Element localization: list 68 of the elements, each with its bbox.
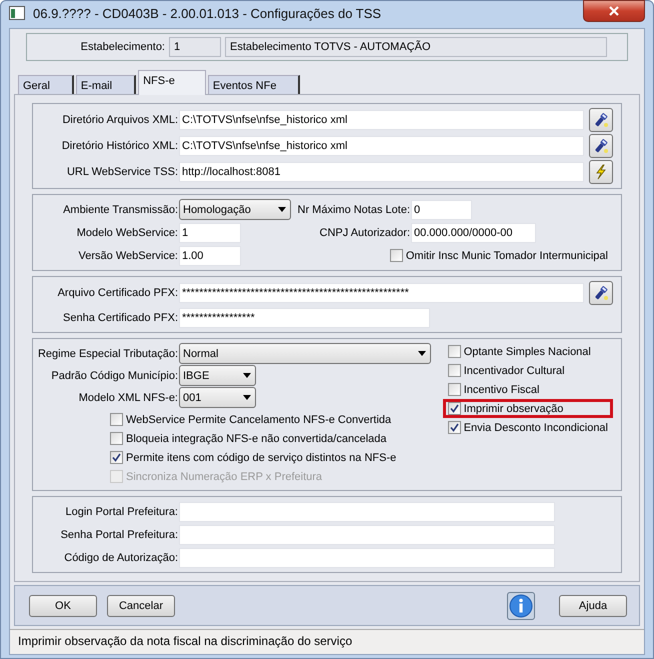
checkbox-row[interactable]: Incentivo Fiscal xyxy=(442,380,613,399)
tab[interactable]: Eventos NFe xyxy=(208,75,300,94)
tab[interactable]: Geral xyxy=(18,75,74,94)
text-field[interactable]: 0 xyxy=(411,200,472,220)
flashlight-icon xyxy=(593,285,609,301)
field-label: Padrão Código Município: xyxy=(50,370,178,382)
check-icon xyxy=(450,423,459,432)
close-icon xyxy=(608,6,620,16)
info-button[interactable] xyxy=(507,592,535,620)
text-field[interactable]: C:\TOTVS\nfse\nfse_historico xml xyxy=(179,136,584,156)
tab[interactable]: NFS-e xyxy=(138,70,206,95)
browse-button[interactable] xyxy=(589,108,613,132)
field-label: Diretório Arquivos XML: xyxy=(61,114,178,126)
test-button[interactable] xyxy=(589,160,613,184)
field-label: URL WebService TSS: xyxy=(66,166,178,178)
dialog-button[interactable]: Cancelar xyxy=(107,595,175,617)
text-field[interactable] xyxy=(179,502,555,522)
checkbox-row[interactable]: WebService Permite Cancelamento NFS-e Convertida xyxy=(105,410,441,429)
field-label: Modelo XML NFS-e: xyxy=(78,392,178,404)
flashlight-icon xyxy=(593,112,609,128)
checkbox-row[interactable]: Omitir Insc Munic Tomador Intermunicipal xyxy=(384,246,613,265)
text-field[interactable]: 00.000.000/0000-00 xyxy=(411,222,536,242)
tab[interactable]: E-mail xyxy=(76,75,136,94)
dropdown[interactable]: Normal xyxy=(179,343,431,364)
status-bar: Imprimir observação da nota fiscal na discriminação do serviço xyxy=(10,629,644,654)
info-icon xyxy=(509,594,533,618)
checkbox-row[interactable]: Envia Desconto Incondicional xyxy=(442,418,613,437)
text-field[interactable]: ***************************************************** xyxy=(179,283,584,303)
field-label: CNPJ Autorizador: xyxy=(318,226,410,238)
checkbox-row[interactable]: Optante Simples Nacional xyxy=(442,342,613,361)
check-icon xyxy=(112,453,121,462)
flashlight-icon xyxy=(593,138,609,154)
checkbox-row[interactable]: Incentivador Cultural xyxy=(442,361,613,380)
field-label: Login Portal Prefeitura: xyxy=(64,506,178,518)
field-label: Ambiente Transmissão: xyxy=(62,204,178,216)
text-field[interactable]: ***************** xyxy=(179,308,430,328)
browse-button[interactable] xyxy=(589,281,613,305)
dialog-button[interactable]: OK xyxy=(29,595,97,617)
window-title: 06.9.???? - CD0403B - 2.00.01.013 - Configurações do TSS xyxy=(33,6,382,20)
text-field[interactable]: C:\TOTVS\nfse\nfse_historico xml xyxy=(179,110,584,130)
app-icon xyxy=(9,6,25,20)
field-label: Regime Especial Tributação: xyxy=(36,348,178,360)
code-field[interactable]: 1 xyxy=(169,37,221,57)
dropdown[interactable]: Homologação xyxy=(179,199,291,220)
text-field[interactable]: http://localhost:8081 xyxy=(179,162,584,182)
checkbox-row[interactable]: Permite itens com código de serviço distintos na NFS-e xyxy=(105,448,441,467)
name-field[interactable]: Estabelecimento TOTVS - AUTOMAÇÃO xyxy=(225,37,607,57)
text-field[interactable]: 1 xyxy=(179,222,241,242)
field-label: Modelo WebService: xyxy=(76,226,178,238)
browse-button[interactable] xyxy=(589,134,613,158)
check-icon xyxy=(450,404,459,413)
field-label: Diretório Histórico XML: xyxy=(60,140,178,152)
dropdown[interactable]: 001 xyxy=(179,387,256,408)
field-label: Senha Certificado PFX: xyxy=(62,312,178,324)
field-label: Arquivo Certificado PFX: xyxy=(56,287,178,299)
text-field[interactable] xyxy=(179,548,555,568)
field-label: Código de Autorização: xyxy=(63,552,178,564)
dialog-button[interactable]: Ajuda xyxy=(559,595,627,617)
field-label: Nr Máximo Notas Lote: xyxy=(296,204,410,216)
field-label: Versão WebService: xyxy=(78,250,178,262)
text-field[interactable]: 1.00 xyxy=(179,246,241,266)
text-field[interactable] xyxy=(179,524,555,544)
field-label: Estabelecimento: xyxy=(80,41,165,53)
checkbox-row[interactable]: Imprimir observação xyxy=(442,399,613,418)
dropdown[interactable]: IBGE xyxy=(179,365,256,386)
checkbox-row[interactable]: Bloqueia integração NFS-e não convertida/cancelada xyxy=(105,429,441,448)
field-label: Senha Portal Prefeitura: xyxy=(60,528,178,540)
close-button[interactable] xyxy=(583,0,645,22)
